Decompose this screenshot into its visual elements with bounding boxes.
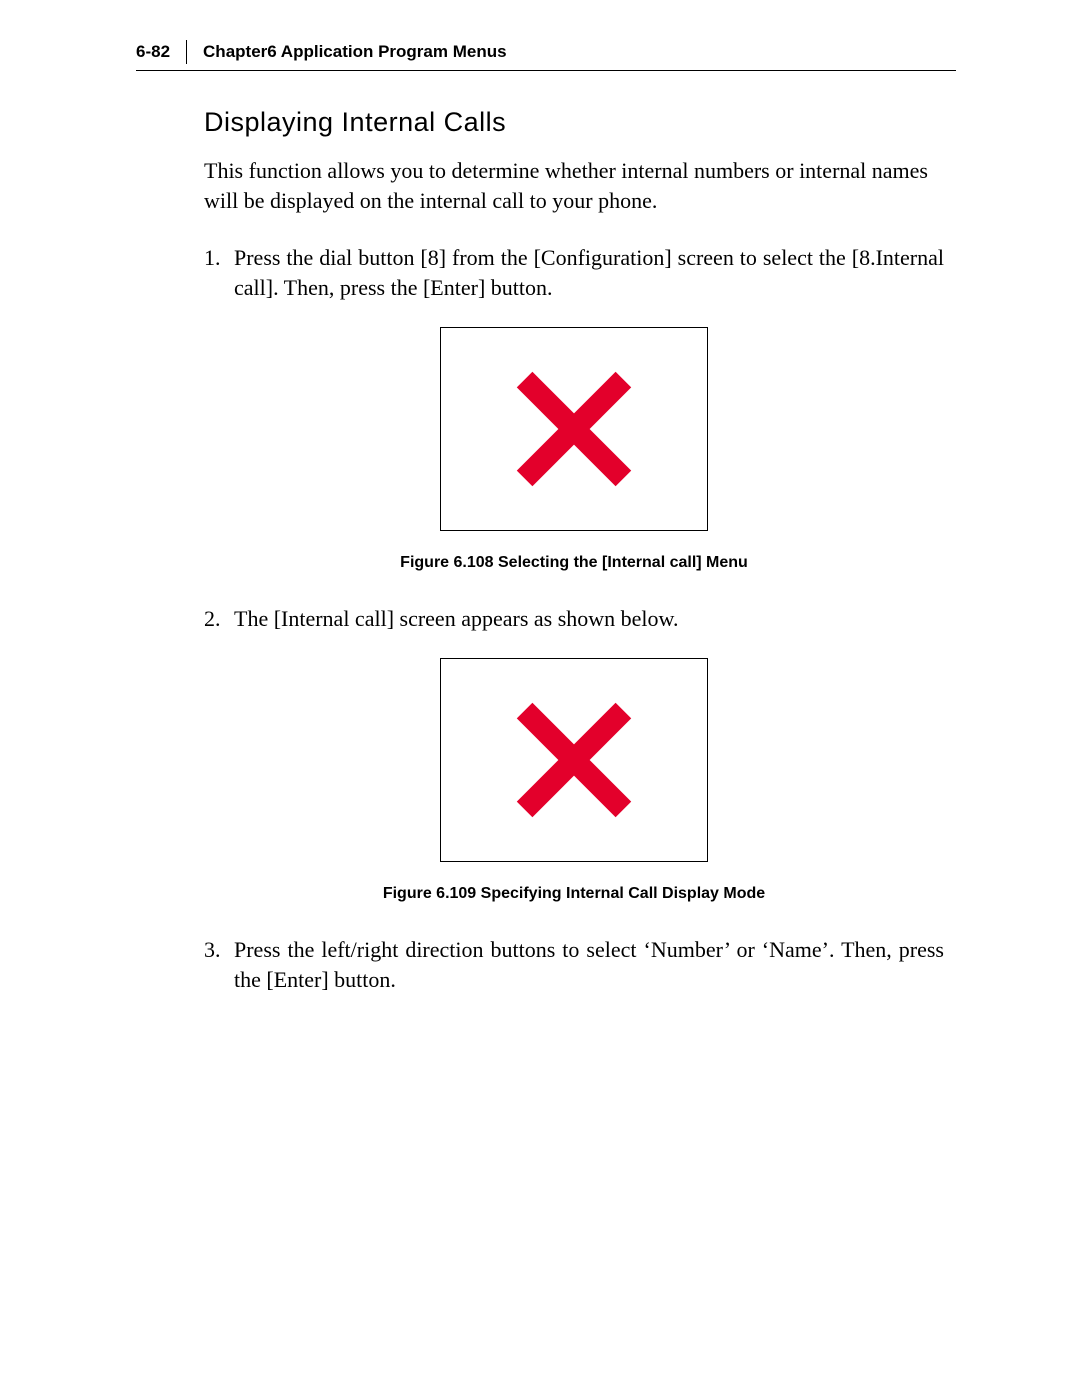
missing-image-icon xyxy=(509,364,639,494)
step-number: 2. xyxy=(204,604,234,634)
step-text: Press the dial button [8] from the [Conf… xyxy=(234,243,944,302)
list-item: 1. Press the dial button [8] from the [C… xyxy=(204,243,944,574)
document-page: 6-82 Chapter6 Application Program Menus … xyxy=(0,0,1080,1397)
list-item: 2. The [Internal call] screen appears as… xyxy=(204,604,944,905)
page-number: 6-82 xyxy=(136,42,186,62)
list-item: 3. Press the left/right direction button… xyxy=(204,935,944,994)
figure-caption: Figure 6.109 Specifying Internal Call Di… xyxy=(204,883,944,905)
figure xyxy=(204,327,944,539)
header-divider xyxy=(186,40,187,64)
section-title: Displaying Internal Calls xyxy=(204,107,944,138)
step-text: The [Internal call] screen appears as sh… xyxy=(234,604,944,634)
page-header: 6-82 Chapter6 Application Program Menus xyxy=(136,40,940,70)
step-number: 3. xyxy=(204,935,234,994)
figure-frame xyxy=(440,327,708,531)
step-list: 1. Press the dial button [8] from the [C… xyxy=(204,243,944,994)
body-content: Displaying Internal Calls This function … xyxy=(204,107,944,994)
figure-caption: Figure 6.108 Selecting the [Internal cal… xyxy=(204,552,944,574)
figure xyxy=(204,658,944,870)
step-text: Press the left/right direction buttons t… xyxy=(234,935,944,994)
figure-frame xyxy=(440,658,708,862)
step-number: 1. xyxy=(204,243,234,302)
section-intro: This function allows you to determine wh… xyxy=(204,156,944,215)
missing-image-icon xyxy=(509,695,639,825)
header-rule xyxy=(136,70,956,71)
chapter-title: Chapter6 Application Program Menus xyxy=(203,42,507,62)
